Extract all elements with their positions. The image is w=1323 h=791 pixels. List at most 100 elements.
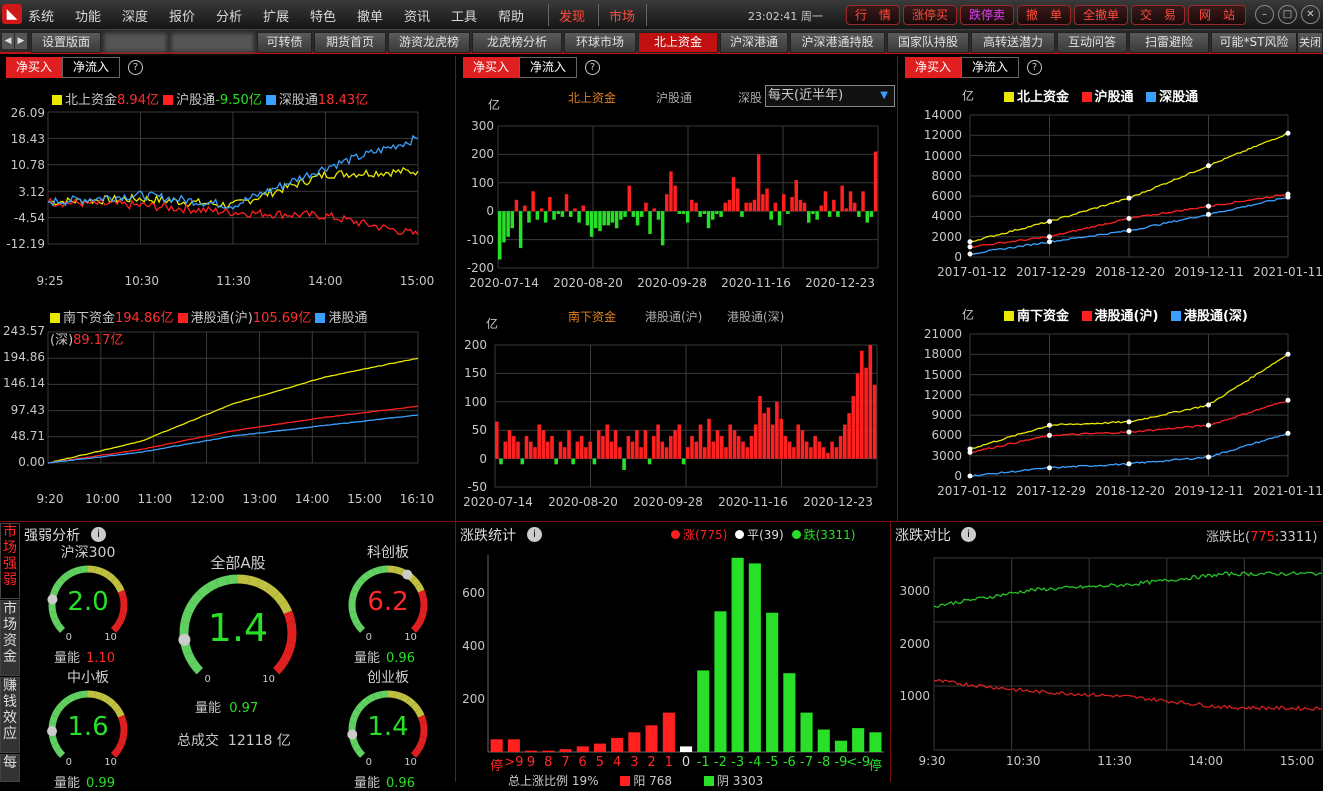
- menu-tools[interactable]: 工具: [451, 6, 477, 25]
- sidebar-tab-market-capital[interactable]: 市场资金: [0, 600, 20, 676]
- help-icon[interactable]: ?: [128, 60, 143, 75]
- menu-analysis[interactable]: 分析: [216, 6, 242, 25]
- help-icon[interactable]: ?: [585, 60, 600, 75]
- menu-extend[interactable]: 扩展: [263, 6, 289, 25]
- sidebar-tab-profit-effect[interactable]: 赚钱效应: [0, 677, 20, 753]
- y-tick-label: -100: [466, 232, 494, 247]
- legend-label: 沪股通: [176, 93, 216, 108]
- bar: [541, 430, 546, 459]
- close-icon[interactable]: ✕: [1301, 5, 1320, 24]
- tab-qa[interactable]: 互动问答: [1057, 32, 1127, 53]
- menu-quote[interactable]: 报价: [169, 6, 195, 25]
- menu-cancel-order[interactable]: 撤单: [357, 6, 383, 25]
- limit-down-sell-button[interactable]: 跌停卖: [960, 5, 1014, 25]
- gauge-arc: [256, 578, 271, 592]
- sidebar-tab-more[interactable]: 每: [0, 754, 20, 782]
- tab-sh-connect[interactable]: 沪股通: [656, 89, 692, 106]
- net-inflow-button[interactable]: 净流入: [519, 57, 577, 78]
- northbound-intraday-chart: [47, 111, 419, 245]
- x-tick-label: 2019-12-11: [1174, 265, 1244, 279]
- trade-button[interactable]: 交 易: [1131, 5, 1185, 25]
- tab-national-team[interactable]: 国家队持股: [887, 32, 969, 53]
- tab-close[interactable]: 关闭: [1297, 32, 1323, 53]
- tab-stock-connect[interactable]: 沪深港通: [720, 32, 788, 53]
- menu-system[interactable]: 系统: [28, 6, 54, 25]
- minimize-icon[interactable]: –: [1255, 5, 1274, 24]
- tab-hot-money-list[interactable]: 游资龙虎榜: [388, 32, 470, 53]
- gauge-arc: [355, 622, 366, 633]
- data-point: [1047, 432, 1052, 438]
- tab-scroll-left-icon[interactable]: ◀: [2, 33, 14, 49]
- quote-button[interactable]: 行 情: [846, 5, 900, 25]
- net-buy-button[interactable]: 净买入: [463, 57, 519, 78]
- tab-dragon-tiger-analysis[interactable]: 龙虎榜分析: [472, 32, 562, 53]
- legend-swatch: [1081, 311, 1092, 321]
- tab-stock-connect-holdings[interactable]: 沪深港通持股: [790, 32, 885, 53]
- cancel-order-button[interactable]: 撤 单: [1017, 5, 1071, 25]
- net-buy-button[interactable]: 净买入: [6, 57, 62, 78]
- legend-down: 跌(3311): [803, 528, 856, 542]
- x-tick-label: 2017-12-29: [1016, 484, 1086, 498]
- tab-scroll-right-icon[interactable]: ▶: [15, 33, 27, 49]
- legend-label: 深股通: [1159, 90, 1199, 105]
- bar: [596, 430, 601, 459]
- tab-risk-scan[interactable]: 扫雷避险: [1129, 32, 1209, 53]
- bar: [836, 211, 840, 217]
- tab-hidden[interactable]: x: [170, 32, 255, 53]
- data-point: [1126, 461, 1132, 467]
- bar: [719, 211, 723, 217]
- tab-hidden[interactable]: x: [103, 32, 168, 53]
- period-select[interactable]: 每天(近半年) ▼: [765, 85, 895, 107]
- net-inflow-button[interactable]: 净流入: [62, 57, 120, 78]
- tab-sz-connect[interactable]: 深股: [738, 89, 762, 106]
- turnover-row: 总成交 12118 亿: [177, 730, 291, 750]
- sidebar-tab-market-strength[interactable]: 市场强弱: [0, 523, 20, 599]
- app-logo-icon[interactable]: ◣: [2, 4, 22, 24]
- menu-feature[interactable]: 特色: [310, 6, 336, 25]
- net-buy-button[interactable]: 净买入: [905, 57, 961, 78]
- tab-hk-sh[interactable]: 港股通(沪): [645, 308, 702, 325]
- info-icon[interactable]: i: [527, 527, 542, 542]
- data-point: [1126, 228, 1132, 234]
- tab-layout-settings[interactable]: 设置版面: [31, 32, 101, 53]
- bar: [506, 211, 510, 237]
- tab-northbound-capital[interactable]: 北上资金: [638, 32, 718, 53]
- unit-label: 亿: [486, 317, 499, 331]
- menu-discover[interactable]: 发现: [559, 6, 585, 25]
- limit-up-buy-button[interactable]: 涨停买: [903, 5, 957, 25]
- tab-convertible-bond[interactable]: 可转债: [257, 32, 312, 53]
- cancel-all-button[interactable]: 全撤单: [1074, 5, 1128, 25]
- bar: [802, 202, 807, 212]
- bar: [855, 373, 860, 459]
- info-icon[interactable]: i: [91, 527, 106, 542]
- website-button[interactable]: 网 站: [1188, 5, 1246, 25]
- tab-global-market[interactable]: 环球市场: [564, 32, 636, 53]
- bar: [619, 211, 623, 220]
- tab-southbound[interactable]: 南下资金: [568, 308, 616, 325]
- bar: [830, 441, 834, 459]
- tab-futures[interactable]: 期货首页: [314, 32, 386, 53]
- y-tick-label: 3.12: [18, 184, 45, 199]
- histogram-bar: [714, 611, 727, 752]
- menu-news[interactable]: 资讯: [404, 6, 430, 25]
- tab-high-transfer[interactable]: 高转送潜力: [971, 32, 1055, 53]
- bar: [644, 202, 648, 212]
- bar: [749, 435, 754, 459]
- x-tick-label: 5: [595, 755, 605, 770]
- menu-market[interactable]: 市场: [609, 6, 635, 25]
- maximize-icon[interactable]: □: [1278, 5, 1297, 24]
- tab-northbound[interactable]: 北上资金: [568, 89, 616, 106]
- y-tick-label: 243.57: [3, 324, 45, 338]
- menu-depth[interactable]: 深度: [122, 6, 148, 25]
- tab-st-risk[interactable]: 可能*ST风险: [1211, 32, 1297, 53]
- net-inflow-button[interactable]: 净流入: [961, 57, 1019, 78]
- bar: [527, 211, 531, 223]
- volume-label: 量能: [354, 651, 381, 666]
- help-icon[interactable]: ?: [1027, 60, 1042, 75]
- info-icon[interactable]: i: [961, 527, 976, 542]
- menu-help[interactable]: 帮助: [498, 6, 524, 25]
- gauge-arc: [237, 574, 250, 585]
- tab-hk-sz[interactable]: 港股通(深): [727, 308, 784, 325]
- menu-function[interactable]: 功能: [75, 6, 101, 25]
- bar: [852, 202, 857, 212]
